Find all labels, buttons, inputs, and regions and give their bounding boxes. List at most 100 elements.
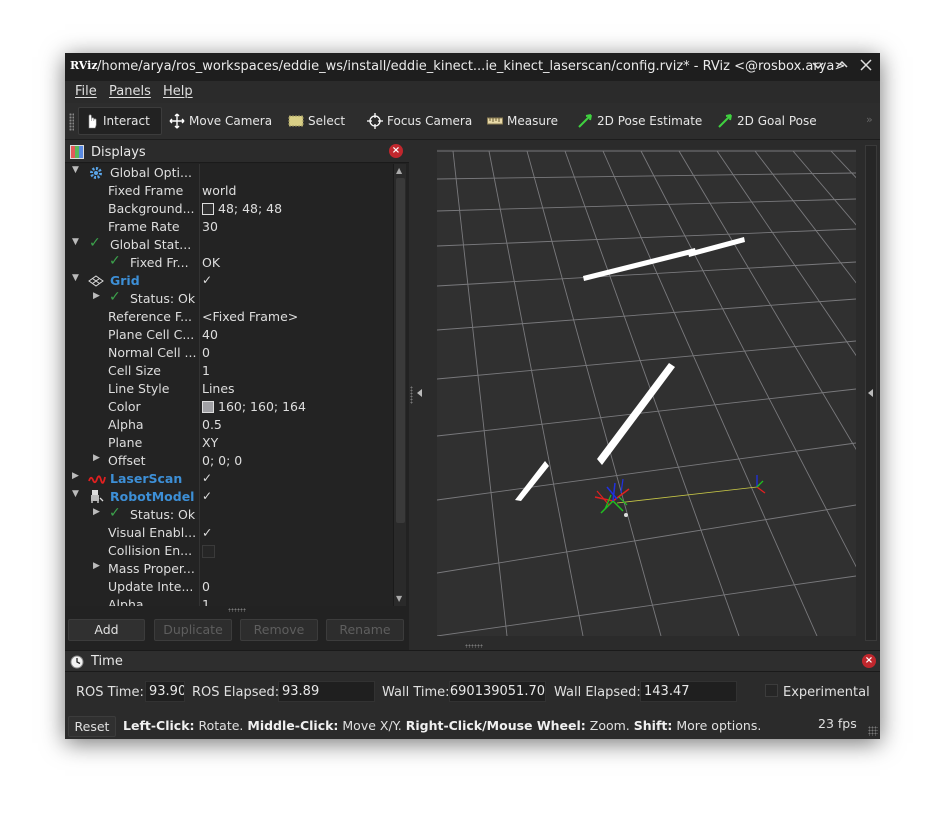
tree-row-reference-frame[interactable]: Reference F... <Fixed Frame> xyxy=(65,308,393,326)
left-dock-splitter[interactable] xyxy=(409,141,429,651)
tool-focus-camera[interactable]: Focus Camera xyxy=(361,107,478,135)
tree-row-grid-status[interactable]: ▶ ✓ Status: Ok xyxy=(65,289,393,308)
bottom-splitter-grip[interactable] xyxy=(465,644,483,648)
tree-row-value-color[interactable]: 160; 160; 164 xyxy=(202,399,306,414)
tree-row-global-status[interactable]: ▼ ✓ Global Stat... xyxy=(65,235,393,254)
tree-row-value[interactable]: 40 xyxy=(202,327,218,342)
tree-row-background[interactable]: Background... 48; 48; 48 xyxy=(65,200,393,218)
tool-measure[interactable]: Measure xyxy=(481,107,564,135)
collapse-arrow-icon[interactable]: ▼ xyxy=(72,165,79,175)
menu-help[interactable]: Help xyxy=(163,84,193,99)
ros-time-field[interactable]: 93.90 xyxy=(145,681,185,702)
splitter-grip[interactable] xyxy=(410,386,413,404)
menu-panels[interactable]: Panels xyxy=(109,84,151,99)
expand-arrow-icon[interactable]: ▶ xyxy=(93,561,100,571)
expand-arrow-icon[interactable]: ▶ xyxy=(93,291,100,301)
expand-arrow-icon[interactable]: ▶ xyxy=(72,471,79,481)
tree-row-collision-enabled[interactable]: Collision En... xyxy=(65,542,393,560)
tool-2d-goal-pose[interactable]: 2D Goal Pose xyxy=(711,107,823,135)
laserscan-enabled-checkbox[interactable]: ✓ xyxy=(202,471,212,485)
tree-row-laserscan[interactable]: ▶ LaserScan ✓ xyxy=(65,470,393,488)
tree-row-value[interactable]: 0 xyxy=(202,345,210,360)
wall-time-field[interactable]: 1690139051.70 xyxy=(449,681,546,702)
tree-row-value[interactable]: 30 xyxy=(202,219,218,234)
tree-row-color[interactable]: Color 160; 160; 164 xyxy=(65,398,393,416)
experimental-checkbox[interactable] xyxy=(765,684,778,697)
tree-row-value[interactable]: 0 xyxy=(202,579,210,594)
tree-row-line-style[interactable]: Line Style Lines xyxy=(65,380,393,398)
tree-row-value[interactable]: 1 xyxy=(202,597,210,606)
right-dock-bar[interactable] xyxy=(865,141,880,651)
tree-row-plane[interactable]: Plane XY xyxy=(65,434,393,452)
tree-row-robot-status[interactable]: ▶ ✓ Status: Ok xyxy=(65,505,393,524)
tool-move-camera[interactable]: Move Camera xyxy=(163,107,278,135)
remove-button[interactable]: Remove xyxy=(240,619,318,641)
tree-row-value[interactable]: world xyxy=(202,183,236,198)
tree-row-plane-cell-count[interactable]: Plane Cell C... 40 xyxy=(65,326,393,344)
add-button[interactable]: Add xyxy=(68,619,145,641)
tree-row-value[interactable]: 0; 0; 0 xyxy=(202,453,242,468)
tree-row-value-color[interactable]: 48; 48; 48 xyxy=(202,201,282,216)
tree-row-grid[interactable]: ▼ Grid ✓ xyxy=(65,272,393,290)
robotmodel-enabled-checkbox[interactable]: ✓ xyxy=(202,489,212,503)
expand-arrow-icon[interactable]: ▶ xyxy=(93,453,100,463)
collapse-right-icon[interactable] xyxy=(868,389,874,397)
tree-row-value[interactable]: 1 xyxy=(202,363,210,378)
toolbar-grip[interactable] xyxy=(69,113,74,131)
tree-row-global-options[interactable]: ▼ Global Opti... xyxy=(65,164,393,182)
displays-close-button[interactable]: × xyxy=(389,144,403,158)
displays-scrollbar[interactable]: ▲ ▼ xyxy=(393,164,406,606)
collapse-left-icon[interactable] xyxy=(417,389,423,397)
visual-enabled-checkbox[interactable]: ✓ xyxy=(202,525,212,540)
tree-row-value[interactable]: Lines xyxy=(202,381,235,396)
scroll-down-icon[interactable]: ▼ xyxy=(396,594,402,603)
collapse-arrow-icon[interactable]: ▼ xyxy=(72,489,79,499)
toolbar-overflow-icon[interactable]: » xyxy=(866,113,873,126)
status-help-text: Left-Click: Rotate. Middle-Click: Move X… xyxy=(123,718,761,733)
tool-2d-pose-estimate[interactable]: 2D Pose Estimate xyxy=(571,107,708,135)
color-swatch[interactable] xyxy=(202,401,214,413)
tree-row-value[interactable]: XY xyxy=(202,435,218,450)
tree-row-offset[interactable]: ▶ Offset 0; 0; 0 xyxy=(65,452,393,470)
close-window-button[interactable] xyxy=(856,57,876,77)
window-title: /home/arya/ros_workspaces/eddie_ws/insta… xyxy=(97,59,846,74)
tree-row-cell-size[interactable]: Cell Size 1 xyxy=(65,362,393,380)
scrollbar-thumb[interactable] xyxy=(396,178,405,523)
tree-row-frame-rate[interactable]: Frame Rate 30 xyxy=(65,218,393,236)
tree-row-visual-enabled[interactable]: Visual Enabl... ✓ xyxy=(65,524,393,542)
render-viewport[interactable] xyxy=(396,149,880,637)
tree-row-robot-alpha[interactable]: Alpha 1 xyxy=(65,596,393,606)
tree-row-update-interval[interactable]: Update Inte... 0 xyxy=(65,578,393,596)
tree-row-name: Frame Rate xyxy=(108,219,180,234)
rename-button[interactable]: Rename xyxy=(326,619,404,641)
tree-row-normal-cell-count[interactable]: Normal Cell ... 0 xyxy=(65,344,393,362)
window-resize-grip[interactable] xyxy=(868,726,878,736)
menu-file[interactable]: File xyxy=(75,84,97,99)
tool-interact[interactable]: Interact xyxy=(78,107,162,135)
tree-row-fixed-frame[interactable]: Fixed Frame world xyxy=(65,182,393,200)
time-panel: Time × ROS Time: 93.90 ROS Elapsed: 93.8… xyxy=(65,650,880,739)
minimize-button[interactable] xyxy=(808,57,828,77)
color-swatch[interactable] xyxy=(202,203,214,215)
expand-arrow-icon[interactable]: ▶ xyxy=(93,507,100,517)
tree-row-value[interactable]: <Fixed Frame> xyxy=(202,309,298,324)
ros-elapsed-field[interactable]: 93.89 xyxy=(278,681,375,702)
reset-button[interactable]: Reset xyxy=(68,716,116,737)
duplicate-button[interactable]: Duplicate xyxy=(154,619,232,641)
collapse-arrow-icon[interactable]: ▼ xyxy=(72,237,79,247)
scroll-up-icon[interactable]: ▲ xyxy=(396,166,402,175)
tree-row-mass-properties[interactable]: ▶ Mass Proper... xyxy=(65,560,393,578)
collapse-arrow-icon[interactable]: ▼ xyxy=(72,273,79,283)
panel-resize-grip[interactable] xyxy=(228,608,246,612)
grid-enabled-checkbox[interactable]: ✓ xyxy=(202,273,212,287)
tree-row-alpha[interactable]: Alpha 0.5 xyxy=(65,416,393,434)
3d-scene[interactable] xyxy=(396,149,880,637)
wall-elapsed-field[interactable]: 143.47 xyxy=(640,681,737,702)
collision-enabled-checkbox[interactable] xyxy=(202,545,215,558)
tree-row-robotmodel[interactable]: ▼ RobotModel ✓ xyxy=(65,488,393,506)
tree-row-fixed-frame-status[interactable]: ✓ Fixed Fr... OK xyxy=(65,253,393,272)
time-close-button[interactable]: × xyxy=(862,654,876,668)
tree-row-value[interactable]: 0.5 xyxy=(202,417,222,432)
tool-select[interactable]: Select xyxy=(282,107,351,135)
maximize-button[interactable] xyxy=(832,57,852,77)
